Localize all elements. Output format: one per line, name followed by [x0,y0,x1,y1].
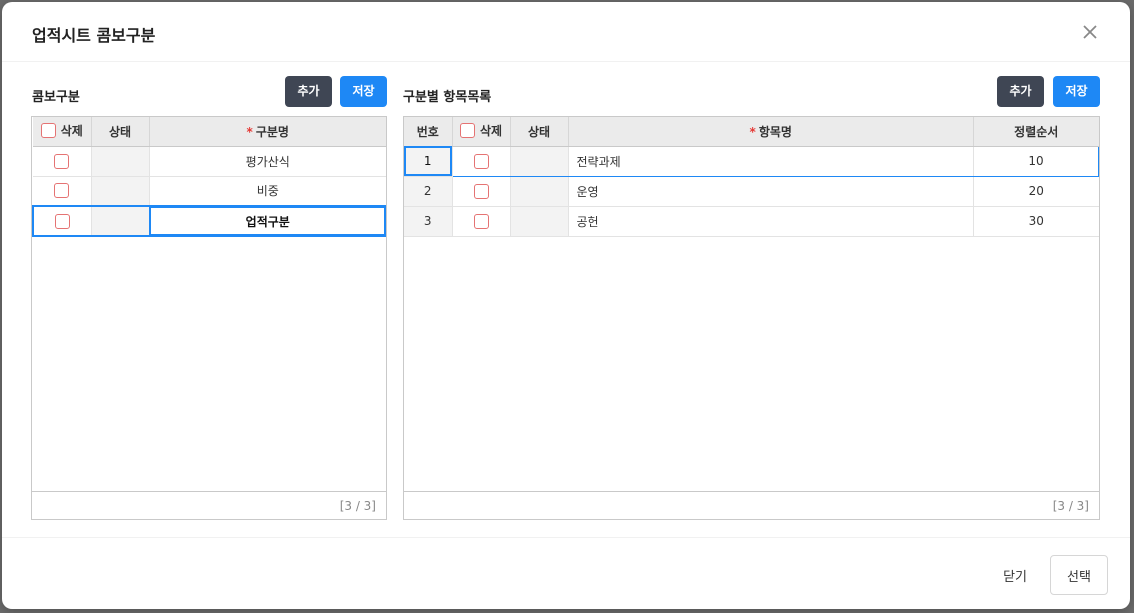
header-order: 정렬순서 [973,117,1099,147]
right-save-button[interactable]: 저장 [1053,76,1100,107]
select-all-checkbox[interactable] [40,122,56,138]
row-delete-cell [33,176,92,207]
row-item-cell[interactable]: 전략과제 [568,145,974,177]
row-status-cell [91,146,150,177]
left-panel-title: 콤보구분 [32,90,80,105]
combo-grid: 삭제 상태 * 구분명 평가산식 비중 업적구분 [3 / 3] [31,116,387,520]
left-save-button[interactable]: 저장 [340,76,387,107]
row-item-cell[interactable]: 운영 [568,176,974,207]
row-order-cell[interactable]: 20 [973,176,1099,207]
right-add-button[interactable]: 추가 [997,76,1044,107]
header-no: 번호 [404,117,453,147]
right-panel-title: 구분별 항목목록 [403,90,492,105]
row-order-cell[interactable]: 30 [973,206,1099,237]
row-delete-checkbox[interactable] [54,183,70,199]
row-delete-cell [452,176,511,207]
row-order-cell[interactable]: 10 [973,145,1099,177]
modal-header: 업적시트 콤보구분 [2,2,1130,62]
row-delete-checkbox[interactable] [54,153,70,169]
row-status-cell [510,176,569,207]
row-item-cell[interactable]: 공헌 [568,206,974,237]
row-no-cell: 1 [404,146,453,177]
select-all-checkbox[interactable] [459,122,475,138]
table-row-selected[interactable]: 업적구분 [32,205,386,237]
row-delete-cell [452,206,511,237]
row-status-cell [91,176,150,207]
header-status: 상태 [91,117,150,147]
row-delete-checkbox[interactable] [54,213,70,229]
row-delete-checkbox[interactable] [473,183,489,199]
row-delete-cell [32,205,92,237]
row-status-cell [91,205,150,237]
modal-footer: 닫기 선택 [2,537,1130,609]
row-status-cell [510,206,569,237]
table-row[interactable]: 평가산식 [33,146,386,177]
row-no-cell: 3 [404,206,453,237]
close-icon[interactable] [1078,20,1102,44]
item-grid: 번호 삭제 상태 * 항목명 정렬순서 1 전략과제 10 2 운영 20 3 … [403,116,1100,520]
header-name: * 구분명 [149,117,386,147]
left-add-button[interactable]: 추가 [285,76,332,107]
modal-dialog: 업적시트 콤보구분 콤보구분 추가 저장 삭제 상태 * 구분명 평가산식 비중… [2,2,1130,609]
table-row[interactable]: 2 운영 20 [404,176,1099,207]
row-delete-checkbox[interactable] [473,213,489,229]
table-row[interactable]: 비중 [33,176,386,207]
modal-title: 업적시트 콤보구분 [32,26,156,45]
header-delete: 삭제 [452,117,511,147]
row-delete-cell [33,146,92,177]
header-item: * 항목명 [568,117,974,147]
row-name-cell[interactable]: 업적구분 [149,205,386,237]
row-name-cell[interactable]: 평가산식 [149,146,386,177]
header-status: 상태 [510,117,569,147]
select-button[interactable]: 선택 [1050,555,1108,595]
grid-count: [3 / 3] [32,491,386,519]
row-status-cell [510,145,569,177]
row-delete-cell [452,145,511,177]
header-delete: 삭제 [33,117,92,147]
row-name-cell[interactable]: 비중 [149,176,386,207]
row-delete-checkbox[interactable] [473,153,489,169]
table-row-selected[interactable]: 1 전략과제 10 [404,145,1099,177]
grid-count: [3 / 3] [404,491,1099,519]
close-button[interactable]: 닫기 [1003,566,1027,585]
row-no-cell: 2 [404,176,453,207]
table-row[interactable]: 3 공헌 30 [404,206,1099,237]
